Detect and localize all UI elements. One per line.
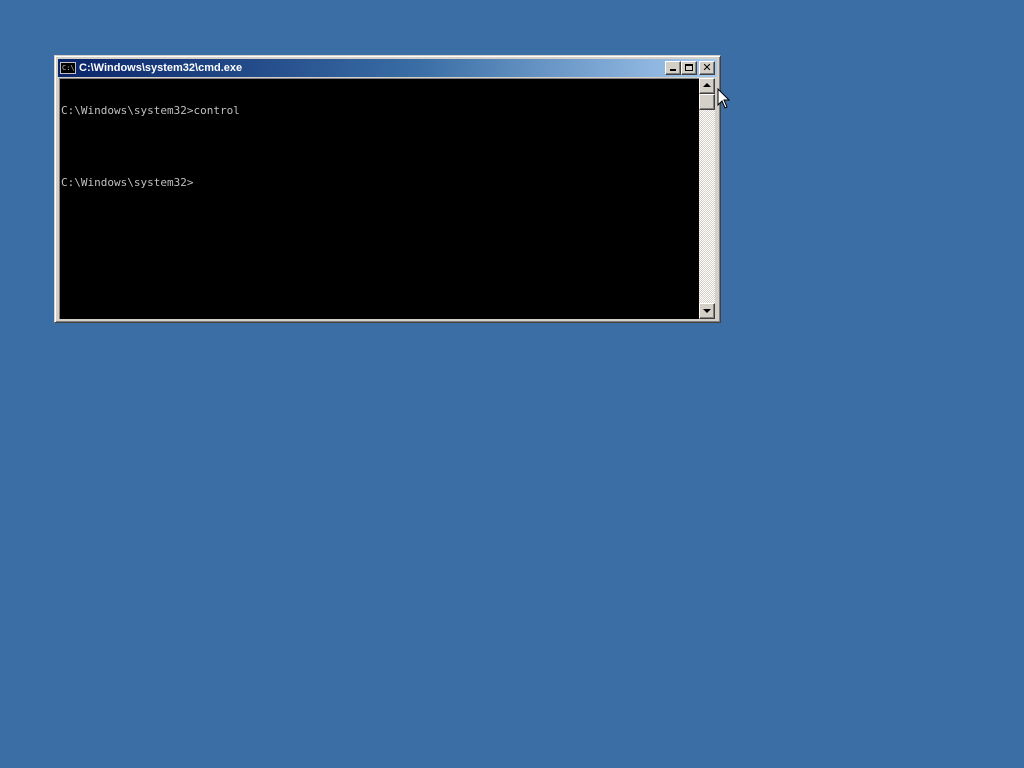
scroll-down-button[interactable] [699, 303, 715, 319]
arrow-down-icon [703, 309, 711, 313]
title-buttons: ✕ [665, 61, 715, 75]
close-button[interactable]: ✕ [699, 61, 715, 75]
maximize-icon [685, 64, 693, 71]
console-line: C:\Windows\system32>control [61, 104, 240, 117]
title-bar[interactable]: C:\ C:\Windows\system32\cmd.exe ✕ [58, 59, 717, 77]
maximize-button[interactable] [681, 61, 697, 75]
vertical-scrollbar[interactable] [699, 78, 715, 319]
scroll-up-button[interactable] [699, 78, 715, 94]
close-icon: ✕ [702, 61, 712, 74]
console-icon[interactable]: C:\ [60, 62, 76, 74]
arrow-up-icon [703, 83, 711, 87]
desktop: C:\ C:\Windows\system32\cmd.exe ✕ C:\Win… [0, 0, 1024, 768]
mouse-pointer-icon [717, 88, 731, 109]
cmd-window: C:\ C:\Windows\system32\cmd.exe ✕ C:\Win… [54, 55, 721, 323]
console-line: C:\Windows\system32> [61, 176, 194, 189]
minimize-button[interactable] [665, 61, 681, 75]
window-title: C:\Windows\system32\cmd.exe [79, 62, 243, 74]
minimize-icon [670, 69, 676, 71]
scroll-thumb[interactable] [699, 94, 715, 110]
console-output[interactable]: C:\Windows\system32>control C:\Windows\s… [59, 78, 699, 319]
